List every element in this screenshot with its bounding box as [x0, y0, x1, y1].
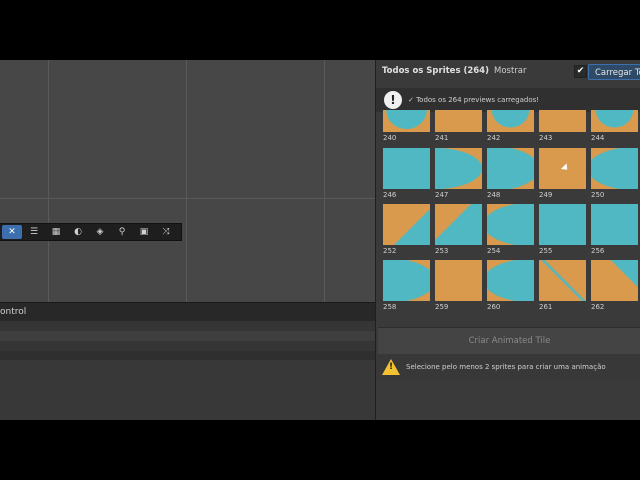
sprite-preview	[487, 204, 534, 245]
sprite-preview	[591, 148, 638, 189]
sprite-preview	[487, 110, 534, 132]
sprite-tile[interactable]: 253	[435, 204, 483, 256]
sprite-preview	[487, 260, 534, 301]
sprite-preview	[435, 204, 482, 245]
sprite-tile[interactable]: 254	[487, 204, 535, 256]
sprite-index-label: 260	[487, 303, 501, 311]
sprites-panel: Todos os Sprites (264) Mostrar ✔ Carrega…	[375, 60, 640, 420]
sprite-tile[interactable]: 242	[487, 110, 535, 143]
sprite-preview	[435, 260, 482, 301]
sprite-tile[interactable]: 258	[383, 260, 431, 312]
editor-window: ✕ ☰ ▦ ◐ ◈ ⚲ ▣ ⤨ ontrol Todos os Sprites …	[0, 60, 640, 420]
sprite-index-label: 248	[487, 191, 501, 199]
sprite-index-label: 254	[487, 247, 501, 255]
sprite-index-label: 253	[435, 247, 449, 255]
snapshot-icon[interactable]: ▣	[134, 225, 154, 239]
sprite-index-label: 261	[539, 303, 553, 311]
sprite-index-label: 249	[539, 191, 553, 199]
console-row	[0, 331, 375, 341]
shuffle-icon[interactable]: ⤨	[156, 225, 176, 239]
info-message: ! ✓ Todos os 264 previews carregados!	[376, 88, 640, 112]
sprite-index-label: 258	[383, 303, 397, 311]
sprite-index-label: 250	[591, 191, 605, 199]
align-icon[interactable]: ☰	[24, 225, 44, 239]
sprite-preview	[383, 260, 430, 301]
warning-message: ! Selecione pelo menos 2 sprites para cr…	[376, 354, 640, 380]
console-row	[0, 351, 375, 360]
console-label: ontrol	[0, 307, 27, 317]
show-label: Mostrar	[493, 66, 527, 76]
sprite-tile[interactable]: 260	[487, 260, 535, 312]
sprite-tile[interactable]: 243	[539, 110, 587, 143]
warning-icon: !	[382, 359, 400, 375]
sprite-index-label: 243	[539, 134, 553, 142]
grid-line	[186, 60, 187, 302]
console-body	[0, 360, 375, 420]
sprite-tile[interactable]: 249	[539, 148, 587, 200]
sprite-tile[interactable]: 256	[591, 204, 639, 256]
sprite-index-label: 241	[435, 134, 449, 142]
grid-line	[0, 198, 375, 199]
sprite-preview	[383, 110, 430, 132]
console-tab[interactable]: ontrol	[0, 302, 375, 321]
sprite-index-label: 244	[591, 134, 605, 142]
console-row	[0, 321, 375, 331]
panel-title: Todos os Sprites (264)	[382, 66, 489, 76]
sprite-preview	[591, 260, 638, 301]
sprite-index-label: 256	[591, 247, 605, 255]
sprite-tile[interactable]: 255	[539, 204, 587, 256]
sprite-index-label: 242	[487, 134, 501, 142]
sprite-preview	[487, 148, 534, 189]
console-row	[0, 341, 375, 351]
sprite-index-label: 259	[435, 303, 449, 311]
sprite-tile[interactable]: 246	[383, 148, 431, 200]
show-checkbox[interactable]: ✔	[574, 65, 587, 78]
scene-view[interactable]: ✕ ☰ ▦ ◐ ◈ ⚲ ▣ ⤨	[0, 60, 375, 302]
sprite-preview	[539, 260, 586, 301]
create-animated-tile-button[interactable]: Criar Animated Tile	[378, 327, 640, 354]
sprite-tile[interactable]: 248	[487, 148, 535, 200]
info-text: ✓ Todos os 264 previews carregados!	[408, 96, 540, 104]
layers-icon[interactable]: ◈	[90, 225, 110, 239]
sprite-tile[interactable]: 261	[539, 260, 587, 312]
sprite-index-label: 252	[383, 247, 397, 255]
sprite-preview	[383, 204, 430, 245]
sprite-preview	[591, 204, 638, 245]
warning-text: Selecione pelo menos 2 sprites para cria…	[406, 363, 606, 371]
info-icon: !	[384, 91, 402, 109]
load-all-button[interactable]: Carregar Todos	[588, 64, 640, 80]
sprite-preview	[383, 148, 430, 189]
sprite-preview	[539, 110, 586, 132]
sprite-tile[interactable]: 240	[383, 110, 431, 143]
sprite-preview	[591, 110, 638, 132]
scene-toolbar: ✕ ☰ ▦ ◐ ◈ ⚲ ▣ ⤨	[0, 223, 182, 241]
move-tool-icon[interactable]: ✕	[2, 225, 22, 239]
sprite-tile[interactable]: 247	[435, 148, 483, 200]
grid-icon[interactable]: ▦	[46, 225, 66, 239]
sprite-tile[interactable]: 252	[383, 204, 431, 256]
sprite-preview	[539, 204, 586, 245]
sprite-index-label: 240	[383, 134, 397, 142]
sprite-index-label: 246	[383, 191, 397, 199]
sprite-index-label: 255	[539, 247, 553, 255]
sprite-tile[interactable]: 262	[591, 260, 639, 312]
warning-mark: !	[389, 362, 394, 372]
sprite-tile[interactable]: 241	[435, 110, 483, 143]
grid-line	[324, 60, 325, 302]
sprite-tile[interactable]: 250	[591, 148, 639, 200]
grid-line	[48, 60, 49, 302]
sprite-preview	[435, 110, 482, 132]
sprite-preview	[435, 148, 482, 189]
sprite-tile[interactable]: 244	[591, 110, 639, 143]
sprite-index-label: 247	[435, 191, 449, 199]
sprite-tile[interactable]: 259	[435, 260, 483, 312]
sprite-index-label: 262	[591, 303, 605, 311]
zoom-icon[interactable]: ⚲	[112, 225, 132, 239]
circle-tool-icon[interactable]: ◐	[68, 225, 88, 239]
